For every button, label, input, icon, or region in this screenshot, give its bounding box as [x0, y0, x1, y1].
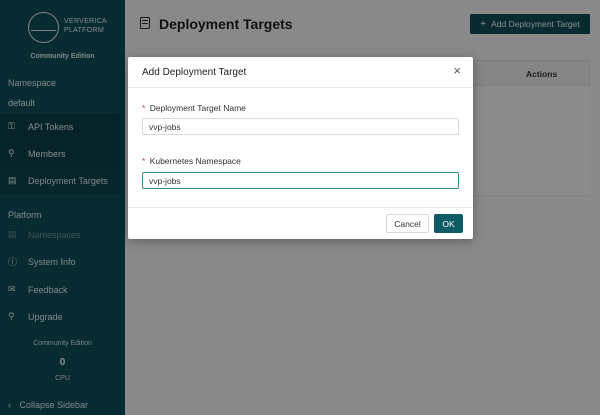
kubernetes-namespace-label: * Kubernetes Namespace	[142, 156, 241, 166]
modal-header: Add Deployment Target ×	[128, 57, 473, 88]
kubernetes-namespace-input[interactable]	[142, 172, 459, 189]
required-mark: *	[142, 103, 146, 113]
close-icon[interactable]: ×	[453, 64, 461, 78]
required-mark: *	[142, 156, 146, 166]
add-deployment-target-dialog: Add Deployment Target × * Deployment Tar…	[128, 57, 473, 239]
ok-button[interactable]: OK	[434, 214, 463, 233]
deployment-target-name-label: * Deployment Target Name	[142, 103, 246, 113]
deployment-target-name-input[interactable]	[142, 118, 459, 135]
cancel-button[interactable]: Cancel	[386, 214, 429, 233]
modal-title: Add Deployment Target	[142, 67, 247, 78]
